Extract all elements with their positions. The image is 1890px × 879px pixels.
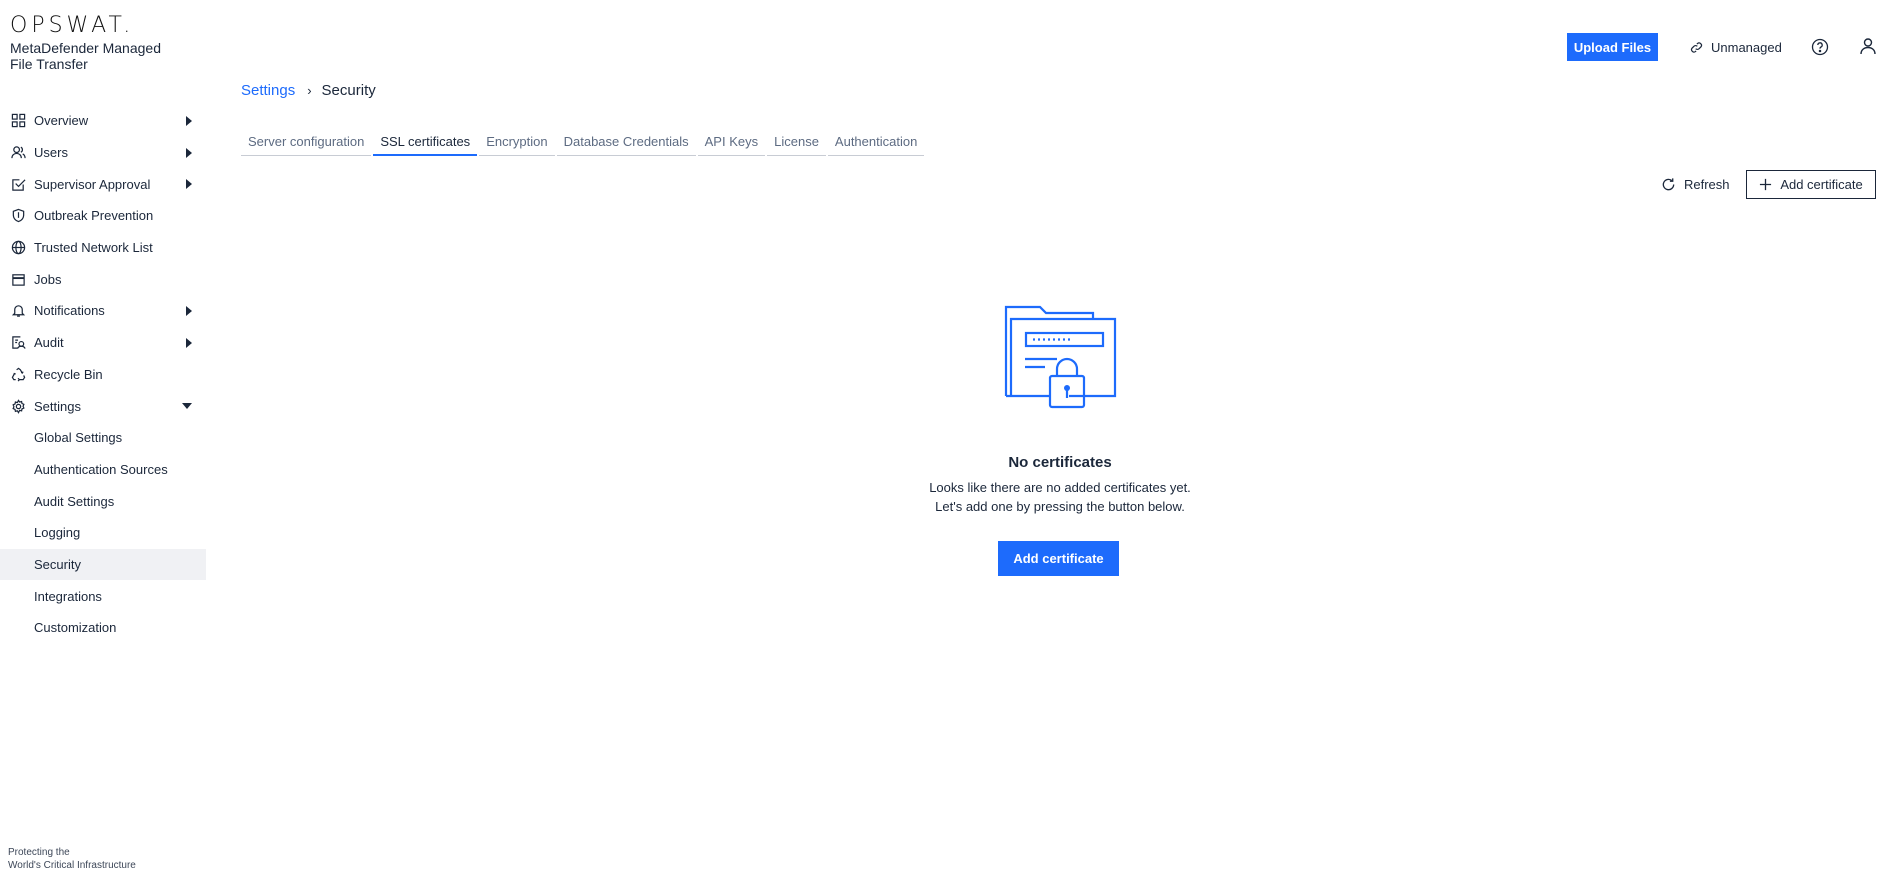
refresh-icon <box>1662 177 1675 190</box>
sidebar-item-recycle-bin[interactable]: Recycle Bin <box>0 359 206 391</box>
sidebar-nav: Overview Users Supervisor Approval Outbr… <box>0 105 206 644</box>
sidebar-item-users[interactable]: Users <box>0 137 206 169</box>
bell-icon <box>10 303 26 319</box>
refresh-button[interactable]: Refresh <box>1661 172 1730 196</box>
tab-bar: Server configuration SSL certificates En… <box>241 128 926 156</box>
user-icon[interactable] <box>1859 37 1877 55</box>
tab-license[interactable]: License <box>767 128 826 156</box>
sidebar-item-label: Recycle Bin <box>34 366 103 382</box>
globe-icon <box>10 240 26 256</box>
footer-tagline: Protecting the World's Critical Infrastr… <box>8 846 136 872</box>
certificate-folder-lock-icon <box>1004 305 1117 409</box>
sidebar-subitem-security[interactable]: Security <box>0 548 206 581</box>
empty-state-description: Let's add one by pressing the button bel… <box>935 499 1185 514</box>
shield-icon <box>10 208 26 224</box>
sidebar-item-label: Notifications <box>34 303 105 319</box>
caret-right-icon <box>186 305 192 316</box>
sidebar-item-label: Settings <box>34 398 81 414</box>
sidebar-item-label: Supervisor Approval <box>34 176 151 192</box>
calendar-icon <box>10 271 26 287</box>
product-name: MetaDefender Managed File Transfer <box>10 40 161 72</box>
sidebar-item-label: Users <box>34 145 68 161</box>
empty-state-add-certificate-button[interactable]: Add certificate <box>998 541 1119 576</box>
sidebar-item-settings[interactable]: Settings <box>0 390 206 422</box>
tab-encryption[interactable]: Encryption <box>479 128 555 156</box>
sidebar-item-overview[interactable]: Overview <box>0 105 206 137</box>
help-icon[interactable] <box>1811 38 1829 56</box>
audit-icon <box>10 335 26 351</box>
sidebar-subitem-logging[interactable]: Logging <box>0 517 206 549</box>
recycle-icon <box>10 366 26 382</box>
users-icon <box>10 145 26 161</box>
sidebar-subitem-customization[interactable]: Customization <box>0 612 206 644</box>
sidebar-item-label: Overview <box>34 113 89 129</box>
sidebar-subitem-global-settings[interactable]: Global Settings <box>0 422 206 454</box>
tab-server-configuration[interactable]: Server configuration <box>241 128 372 156</box>
tab-api-keys[interactable]: API Keys <box>697 128 766 156</box>
breadcrumb-separator: › <box>307 83 312 98</box>
checkbox-icon <box>10 176 26 192</box>
gear-icon <box>10 398 26 414</box>
tab-database-credentials[interactable]: Database Credentials <box>556 128 696 156</box>
sidebar-item-label: Audit <box>34 335 64 351</box>
grid-icon <box>10 113 26 129</box>
empty-state-title: No certificates <box>1008 454 1112 471</box>
link-icon <box>1690 41 1703 53</box>
tab-authentication[interactable]: Authentication <box>827 128 925 156</box>
sidebar-item-supervisor-approval[interactable]: Supervisor Approval <box>0 168 206 200</box>
sidebar-subitem-audit-settings[interactable]: Audit Settings <box>0 485 206 517</box>
sidebar-item-label: Jobs <box>34 271 62 287</box>
sidebar: OPSWAT. MetaDefender Managed File Transf… <box>0 0 206 879</box>
caret-right-icon <box>186 337 192 348</box>
tagline-line: Protecting the <box>8 847 70 858</box>
sidebar-subitem-authentication-sources[interactable]: Authentication Sources <box>0 454 206 486</box>
unmanaged-label: Unmanaged <box>1711 39 1782 55</box>
plus-icon <box>1760 178 1772 191</box>
tagline-line: World's Critical Infrastructure <box>8 860 136 871</box>
refresh-label: Refresh <box>1684 176 1730 192</box>
sidebar-item-label: Outbreak Prevention <box>34 208 154 224</box>
add-certificate-label: Add certificate <box>1780 177 1863 192</box>
add-certificate-button[interactable]: Add certificate <box>1746 170 1876 199</box>
brand: OPSWAT. MetaDefender Managed File Transf… <box>10 14 180 73</box>
caret-right-icon <box>186 179 192 190</box>
breadcrumb-current: Security <box>321 82 376 99</box>
sidebar-item-audit[interactable]: Audit <box>0 327 206 359</box>
sidebar-item-notifications[interactable]: Notifications <box>0 295 206 327</box>
sidebar-subitem-integrations[interactable]: Integrations <box>0 580 206 612</box>
opswat-logo[interactable]: OPSWAT. <box>10 14 180 38</box>
breadcrumb: Settings › Security <box>241 82 376 99</box>
caret-down-icon <box>182 403 192 410</box>
sidebar-item-label: Trusted Network List <box>34 240 153 256</box>
caret-right-icon <box>186 115 192 126</box>
sidebar-item-jobs[interactable]: Jobs <box>0 263 206 295</box>
sidebar-item-trusted-network-list[interactable]: Trusted Network List <box>0 232 206 264</box>
tab-ssl-certificates[interactable]: SSL certificates <box>373 128 478 156</box>
upload-files-button[interactable]: Upload Files <box>1567 33 1658 61</box>
empty-state-description: Looks like there are no added certificat… <box>929 480 1191 495</box>
sidebar-item-outbreak-prevention[interactable]: Outbreak Prevention <box>0 200 206 232</box>
breadcrumb-settings-link[interactable]: Settings <box>241 82 295 99</box>
caret-right-icon <box>186 147 192 158</box>
unmanaged-link[interactable]: Unmanaged <box>1690 36 1782 58</box>
